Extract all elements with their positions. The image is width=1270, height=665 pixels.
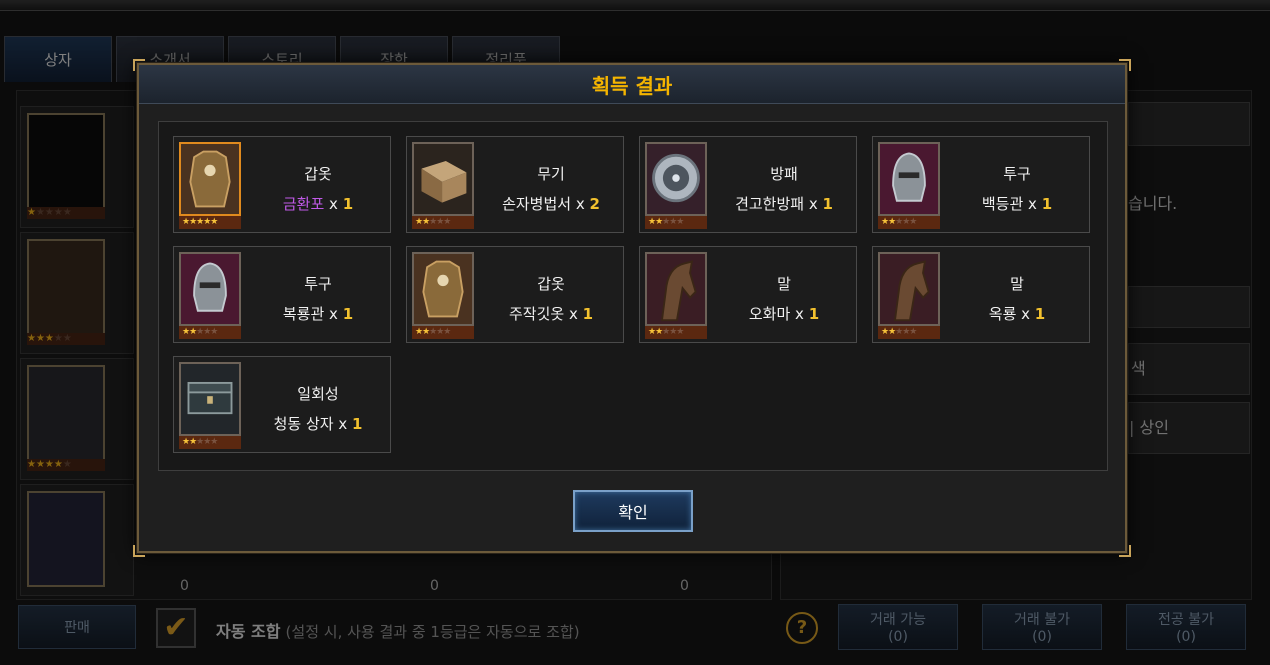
- item-category: 방패: [770, 165, 798, 183]
- reward-item[interactable]: ★★★★★ 갑옷금환포 x 1: [173, 136, 391, 233]
- item-name: 백등관 x 1: [981, 195, 1053, 213]
- frame-corner: [1119, 545, 1131, 557]
- star-rating: ★★★★★: [412, 326, 474, 339]
- item-category: 투구: [1003, 165, 1031, 183]
- reward-item[interactable]: ★★★★★ 투구복룡관 x 1: [173, 246, 391, 343]
- star-rating: ★★★★★: [878, 216, 940, 229]
- item-name: 견고한방패 x 1: [735, 195, 833, 213]
- chest-icon: [179, 362, 241, 436]
- star-rating: ★★★★★: [179, 436, 241, 449]
- reward-item[interactable]: ★★★★★ 투구백등관 x 1: [872, 136, 1090, 233]
- reward-item[interactable]: ★★★★★ 말오화마 x 1: [639, 246, 857, 343]
- star-rating: ★★★★★: [645, 326, 707, 339]
- horse-icon: [878, 252, 940, 326]
- reward-grid: ★★★★★ 갑옷 금환포 x 1 ★★★★★ 무기 손자병법서 x 2 ★★★★★ 방패 견고한…: [158, 121, 1108, 471]
- reward-item[interactable]: ★★★★★ 갑옷주작깃옷 x 1: [406, 246, 624, 343]
- item-category: 갑옷: [304, 165, 332, 183]
- item-category: 무기: [537, 165, 565, 183]
- horse-icon: [645, 252, 707, 326]
- star-rating: ★★★★★: [878, 326, 940, 339]
- confirm-button[interactable]: 확인: [573, 490, 693, 532]
- frame-corner: [1119, 59, 1131, 71]
- item-category: 투구: [304, 275, 332, 293]
- reward-item[interactable]: ★★★★★ 방패견고한방패 x 1: [639, 136, 857, 233]
- book-icon: [412, 142, 474, 216]
- frame-corner: [133, 545, 145, 557]
- shield-icon: [645, 142, 707, 216]
- helmet-icon: [878, 142, 940, 216]
- star-rating: ★★★★★: [412, 216, 474, 229]
- reward-item[interactable]: ★★★★★ 일회성청동 상자 x 1: [173, 356, 391, 453]
- item-category: 갑옷: [537, 275, 565, 293]
- star-rating: ★★★★★: [645, 216, 707, 229]
- item-category: 말: [777, 275, 791, 293]
- item-name: 금환포 x 1: [282, 195, 354, 213]
- helmet-icon: [179, 252, 241, 326]
- frame-corner: [133, 59, 145, 71]
- item-name: 오화마 x 1: [748, 305, 820, 323]
- star-rating: ★★★★★: [179, 216, 241, 229]
- dialog-title: 획득 결과: [139, 65, 1125, 104]
- item-category: 말: [1010, 275, 1024, 293]
- armor-icon: [412, 252, 474, 326]
- reward-item[interactable]: ★★★★★ 말옥룡 x 1: [872, 246, 1090, 343]
- star-rating: ★★★★★: [179, 326, 241, 339]
- acquisition-result-dialog: 획득 결과 ★★★★★ 갑옷 금환포 x 1 ★★★★★ 무기 손자병법서 x 2 ★★★★…: [133, 59, 1131, 557]
- reward-item[interactable]: ★★★★★ 무기손자병법서 x 2: [406, 136, 624, 233]
- item-name: 청동 상자 x 1: [273, 415, 363, 433]
- item-name: 주작깃옷 x 1: [508, 305, 594, 323]
- item-name: 복룡관 x 1: [282, 305, 354, 323]
- item-name: 옥룡 x 1: [988, 305, 1046, 323]
- item-category: 일회성: [297, 385, 339, 403]
- item-name: 손자병법서 x 2: [502, 195, 600, 213]
- armor-icon: [179, 142, 241, 216]
